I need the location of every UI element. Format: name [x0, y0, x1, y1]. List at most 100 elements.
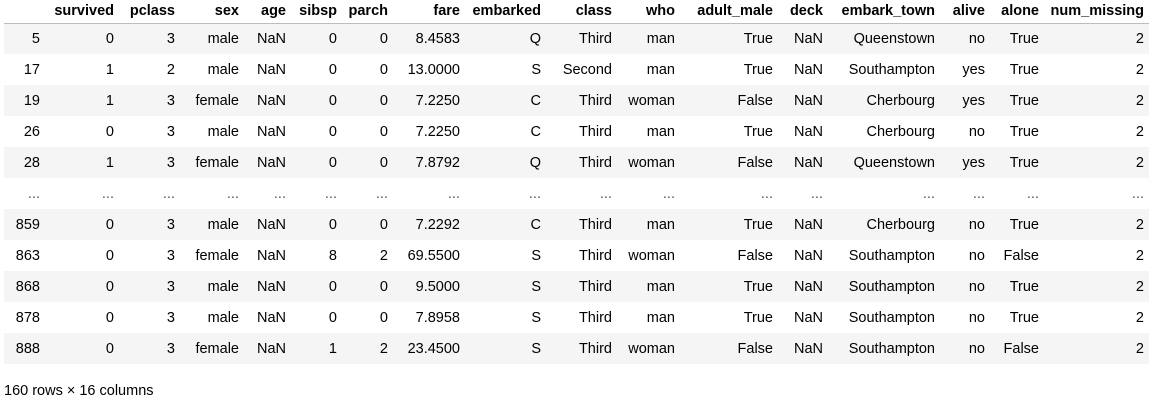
table-body: 5 0 3 male NaN 0 0 8.4583 Q Third man True NaN Queens… [4, 23, 1149, 364]
table-cell: 7.2250 [415, 123, 460, 140]
table-cell: True [743, 278, 773, 295]
table-cell: Cherbourg [866, 216, 935, 233]
table-cell: 0 [328, 123, 337, 140]
table-cell: man [646, 216, 675, 233]
column-header: embarked [465, 0, 546, 24]
table-cell: 2 [379, 340, 388, 357]
table-cell: S [531, 340, 541, 357]
table-cell: 0 [105, 216, 114, 233]
table-cell: 7.8792 [415, 154, 460, 171]
table-cell: male [207, 123, 239, 140]
table-cell: female [195, 154, 239, 171]
table-cell: NaN [256, 61, 286, 78]
table-cell: no [968, 123, 985, 140]
table-cell: ... [760, 185, 773, 202]
table-cell: 0 [328, 216, 337, 233]
table-cell: Southampton [848, 61, 935, 78]
table-cell: 0 [105, 123, 114, 140]
table-cell: male [207, 61, 239, 78]
table-cell: 2 [1135, 92, 1144, 109]
table-cell: Third [578, 247, 612, 264]
table-cell: 0 [328, 278, 337, 295]
table-cell: 2 [1135, 216, 1144, 233]
table-cell: 0 [328, 309, 337, 326]
table-cell: 0 [379, 278, 388, 295]
table-cell: female [195, 92, 239, 109]
row-index: 888 [15, 340, 40, 357]
table-cell: no [968, 247, 985, 264]
table-cell: ... [162, 185, 175, 202]
table-cell: 0 [379, 216, 388, 233]
table-cell: male [207, 216, 239, 233]
table-cell: woman [628, 154, 675, 171]
table-cell: 7.2292 [415, 216, 460, 233]
table-cell: 0 [105, 247, 114, 264]
table-cell: ... [810, 185, 823, 202]
table-cell: False [737, 247, 773, 264]
table-cell: NaN [256, 309, 286, 326]
table-cell: 1 [105, 92, 114, 109]
column-header: survived [45, 0, 119, 24]
table-cell: NaN [793, 92, 823, 109]
table-cell: Q [529, 30, 541, 47]
row-index: 5 [31, 30, 40, 47]
table-cell: 3 [166, 309, 175, 326]
table-cell: True [1009, 123, 1039, 140]
table-cell: NaN [793, 123, 823, 140]
table-cell: 0 [105, 30, 114, 47]
table-cell: 2 [166, 61, 175, 78]
table-cell: C [530, 123, 541, 140]
table-cell: female [195, 340, 239, 357]
table-cell: 0 [379, 30, 388, 47]
table-row: 19 1 3 female NaN 0 0 7.2250 C Third woman False NaN… [4, 85, 1149, 116]
table-cell: 1 [105, 61, 114, 78]
table-cell: C [530, 92, 541, 109]
table-cell: NaN [256, 30, 286, 47]
table-cell: False [737, 92, 773, 109]
table-cell: False [737, 154, 773, 171]
table-row: 878 0 3 male NaN 0 0 7.8958 S Third man True NaN Sout… [4, 302, 1149, 333]
table-cell: True [743, 123, 773, 140]
table-cell: Queenstown [853, 154, 935, 171]
row-index: 863 [15, 247, 40, 264]
table-cell: ... [972, 185, 985, 202]
table-cell: 0 [105, 278, 114, 295]
table-cell: Second [562, 61, 612, 78]
table-cell: 8.4583 [415, 30, 460, 47]
table-cell: S [531, 278, 541, 295]
table-cell: woman [628, 340, 675, 357]
table-cell: 0 [328, 92, 337, 109]
table-cell: Q [529, 154, 541, 171]
table-cell: False [1003, 340, 1039, 357]
table-cell: True [1009, 278, 1039, 295]
table-cell: S [531, 61, 541, 78]
table-cell: False [737, 340, 773, 357]
table-row: 5 0 3 male NaN 0 0 8.4583 Q Third man True NaN Queens… [4, 23, 1149, 54]
table-cell: Southampton [848, 278, 935, 295]
table-cell: no [968, 216, 985, 233]
table-cell: True [1009, 30, 1039, 47]
table-cell: no [968, 278, 985, 295]
table-cell: ... [226, 185, 239, 202]
table-cell: 2 [1135, 154, 1144, 171]
table-cell: True [1009, 309, 1039, 326]
table-header: survived pclass sex age sibsp parch fare embark… [4, 0, 1149, 24]
column-header: age [244, 0, 291, 24]
ellipsis-row: ........................................… [4, 178, 1149, 209]
row-index: 26 [23, 123, 40, 140]
table-cell: yes [962, 92, 985, 109]
row-index: 859 [15, 216, 40, 233]
table-cell: no [968, 30, 985, 47]
column-header: parch [342, 0, 393, 24]
table-cell: 2 [1135, 340, 1144, 357]
table-cell: NaN [256, 340, 286, 357]
table-cell: 3 [166, 154, 175, 171]
table-cell: Third [578, 309, 612, 326]
table-row: 17 1 2 male NaN 0 0 13.0000 S Second man True NaN Sou… [4, 54, 1149, 85]
table-row: 28 1 3 female NaN 0 0 7.8792 Q Third woman False NaN… [4, 147, 1149, 178]
column-header: who [617, 0, 680, 24]
table-row: 868 0 3 male NaN 0 0 9.5000 S Third man True NaN Sout… [4, 271, 1149, 302]
index-header [4, 0, 45, 24]
table-cell: 3 [166, 340, 175, 357]
column-header: pclass [119, 0, 180, 24]
